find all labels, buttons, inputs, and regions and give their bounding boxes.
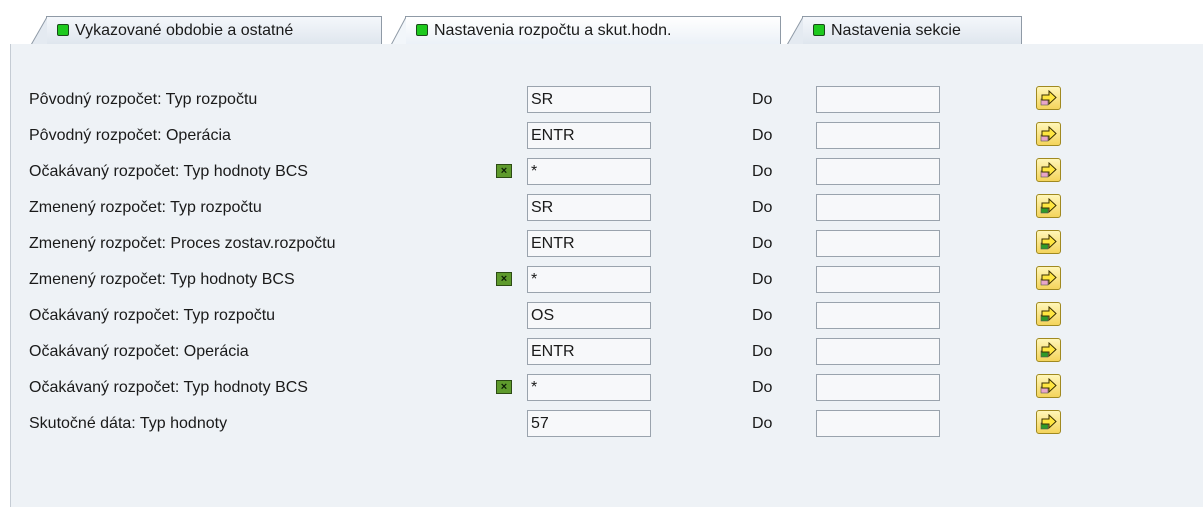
from-value-input[interactable]: OS	[527, 302, 651, 329]
from-value-input[interactable]: SR	[527, 86, 651, 113]
tab-slant	[390, 17, 406, 47]
from-value-input[interactable]: SR	[527, 194, 651, 221]
field-label: Očakávaný rozpočet: Operácia	[29, 343, 249, 360]
to-value-input[interactable]	[816, 302, 940, 329]
field-label: Očakávaný rozpočet: Typ hodnoty BCS	[29, 163, 308, 180]
multiple-selection-button[interactable]	[1036, 266, 1061, 290]
multiple-selection-button[interactable]	[1036, 374, 1061, 398]
to-value-input[interactable]	[816, 266, 940, 293]
tab-strip: Vykazované obdobie a ostatné Nastavenia …	[10, 16, 1203, 47]
arrow-right-icon	[1040, 234, 1057, 250]
tab-label: Nastavenia rozpočtu a skut.hodn.	[434, 22, 672, 39]
from-value-input[interactable]: ENTR	[527, 338, 651, 365]
to-label: Do	[752, 343, 773, 360]
multiple-selection-button[interactable]	[1036, 158, 1061, 182]
tab-slant	[31, 17, 47, 45]
to-label: Do	[752, 163, 773, 180]
multiple-selection-button[interactable]	[1036, 194, 1061, 218]
arrow-right-icon	[1040, 306, 1057, 322]
to-label: Do	[752, 127, 773, 144]
multiple-selection-button[interactable]	[1036, 86, 1061, 110]
green-square-icon	[416, 24, 428, 36]
arrow-right-icon	[1040, 378, 1057, 394]
field-label: Očakávaný rozpočet: Typ rozpočtu	[29, 307, 276, 324]
field-label: Skutočné dáta: Typ hodnoty	[29, 415, 228, 432]
to-value-input[interactable]	[816, 410, 940, 437]
to-value-input[interactable]	[816, 374, 940, 401]
tab-slant	[787, 17, 803, 45]
arrow-right-icon	[1040, 270, 1057, 286]
field-label: Pôvodný rozpočet: Operácia	[29, 127, 231, 144]
from-value-input[interactable]: ENTR	[527, 230, 651, 257]
field-label: Očakávaný rozpočet: Typ hodnoty BCS	[29, 379, 308, 396]
multiple-selection-icon[interactable]: ×	[496, 380, 512, 394]
tab-budget-settings[interactable]: Nastavenia rozpočtu a skut.hodn.	[390, 16, 781, 47]
selection-row: Očakávaný rozpočet: Typ hodnoty BCS × * Do	[11, 373, 1203, 403]
selection-row: Očakávaný rozpočet: Typ hodnoty BCS × * Do	[11, 157, 1203, 187]
from-value-input[interactable]: *	[527, 158, 651, 185]
multiple-selection-button[interactable]	[1036, 338, 1061, 362]
tab-reporting-period[interactable]: Vykazované obdobie a ostatné	[31, 16, 382, 45]
to-label: Do	[752, 91, 773, 108]
to-value-input[interactable]	[816, 338, 940, 365]
settings-panel: Pôvodný rozpočet: Typ rozpočtu SR Do Pôvodn…	[10, 44, 1203, 507]
to-value-input[interactable]	[816, 230, 940, 257]
multiple-selection-button[interactable]	[1036, 122, 1061, 146]
tab-label: Vykazované obdobie a ostatné	[75, 22, 294, 39]
to-label: Do	[752, 379, 773, 396]
arrow-right-icon	[1040, 414, 1057, 430]
field-label: Zmenený rozpočet: Proces zostav.rozpočtu	[29, 235, 336, 252]
from-value-input[interactable]: ENTR	[527, 122, 651, 149]
to-label: Do	[752, 199, 773, 216]
selection-row: Zmenený rozpočet: Typ rozpočtu SR Do	[11, 193, 1203, 223]
tab-label: Nastavenia sekcie	[831, 22, 961, 39]
field-label: Zmenený rozpočet: Typ hodnoty BCS	[29, 271, 295, 288]
to-value-input[interactable]	[816, 86, 940, 113]
arrow-right-icon	[1040, 162, 1057, 178]
from-value-input[interactable]: 57	[527, 410, 651, 437]
selection-row: Zmenený rozpočet: Typ hodnoty BCS × * Do	[11, 265, 1203, 295]
selection-row: Skutočné dáta: Typ hodnoty 57 Do	[11, 409, 1203, 439]
multiple-selection-button[interactable]	[1036, 302, 1061, 326]
multiple-selection-icon[interactable]: ×	[496, 164, 512, 178]
cropped-top-text	[0, 0, 1203, 7]
arrow-right-icon	[1040, 126, 1057, 142]
to-label: Do	[752, 271, 773, 288]
field-label: Pôvodný rozpočet: Typ rozpočtu	[29, 91, 258, 108]
tab-section-settings[interactable]: Nastavenia sekcie	[787, 16, 1022, 45]
green-square-icon	[57, 24, 69, 36]
to-value-input[interactable]	[816, 158, 940, 185]
selection-row: Zmenený rozpočet: Proces zostav.rozpočtu…	[11, 229, 1203, 259]
from-value-input[interactable]: *	[527, 374, 651, 401]
to-value-input[interactable]	[816, 122, 940, 149]
arrow-right-icon	[1040, 198, 1057, 214]
to-label: Do	[752, 235, 773, 252]
selection-row: Pôvodný rozpočet: Operácia ENTR Do	[11, 121, 1203, 151]
green-square-icon	[813, 24, 825, 36]
arrow-right-icon	[1040, 90, 1057, 106]
field-label: Zmenený rozpočet: Typ rozpočtu	[29, 199, 262, 216]
to-value-input[interactable]	[816, 194, 940, 221]
from-value-input[interactable]: *	[527, 266, 651, 293]
arrow-right-icon	[1040, 342, 1057, 358]
to-label: Do	[752, 415, 773, 432]
multiple-selection-button[interactable]	[1036, 230, 1061, 254]
selection-row: Očakávaný rozpočet: Operácia ENTR Do	[11, 337, 1203, 367]
selection-row: Pôvodný rozpočet: Typ rozpočtu SR Do	[11, 85, 1203, 115]
selection-row: Očakávaný rozpočet: Typ rozpočtu OS Do	[11, 301, 1203, 331]
multiple-selection-button[interactable]	[1036, 410, 1061, 434]
multiple-selection-icon[interactable]: ×	[496, 272, 512, 286]
to-label: Do	[752, 307, 773, 324]
